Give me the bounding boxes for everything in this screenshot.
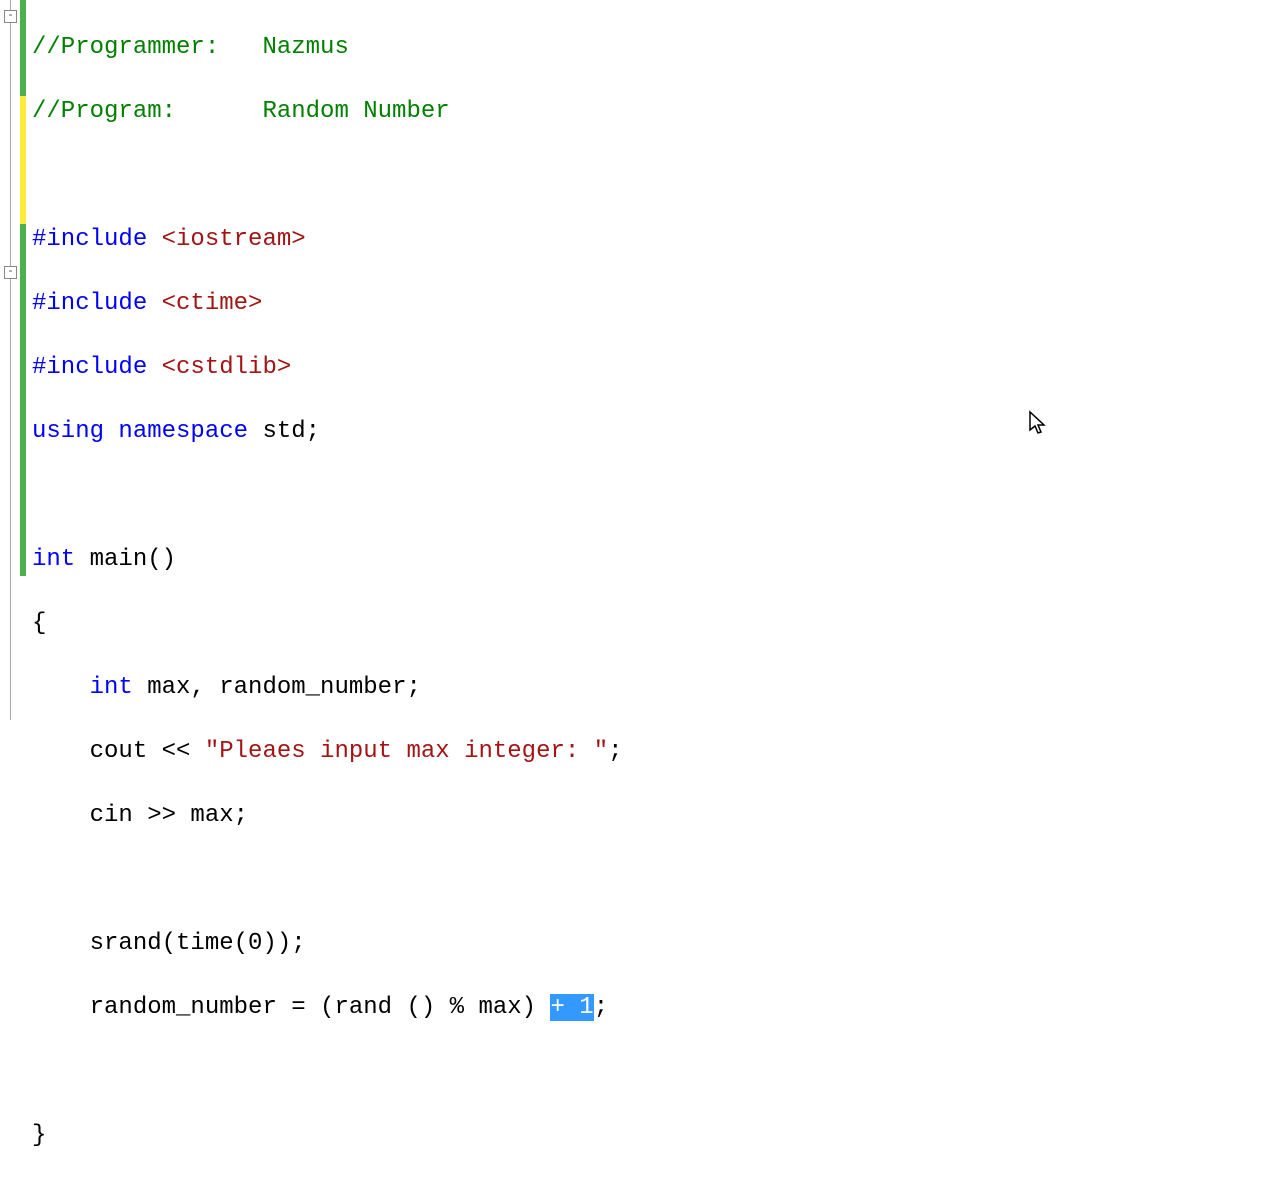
keyword: namespace [118,418,248,445]
code-editor[interactable]: //Programmer: Nazmus //Program: Random N… [26,0,1280,720]
keyword: int [90,674,133,701]
preprocessor: #include [32,290,162,317]
keyword: using [32,418,104,445]
statement: random_number = (rand () % max) [90,994,551,1021]
statement: cout << [90,738,205,765]
preprocessor: #include [32,226,162,253]
brace: } [32,1122,46,1149]
function-signature: main() [75,546,176,573]
preprocessor: #include [32,354,162,381]
statement: cin >> max; [90,802,248,829]
comment-line: //Programmer: Nazmus [32,34,349,61]
brace: { [32,610,46,637]
keyword: int [32,546,75,573]
string-literal: "Pleaes input max integer: " [205,738,608,765]
include-target: <ctime> [162,290,263,317]
fold-gutter: - - [0,0,20,720]
statement: srand(time(0)); [90,930,306,957]
mouse-cursor-icon [1028,410,1048,436]
fold-toggle-top[interactable]: - [4,10,17,23]
text-selection: + 1 [550,994,593,1021]
include-target: <iostream> [162,226,306,253]
include-target: <cstdlib> [162,354,292,381]
declaration: max, random_number; [133,674,421,701]
comment-line: //Program: Random Number [32,98,450,125]
fold-toggle-main[interactable]: - [4,266,17,279]
identifier: std; [262,418,320,445]
